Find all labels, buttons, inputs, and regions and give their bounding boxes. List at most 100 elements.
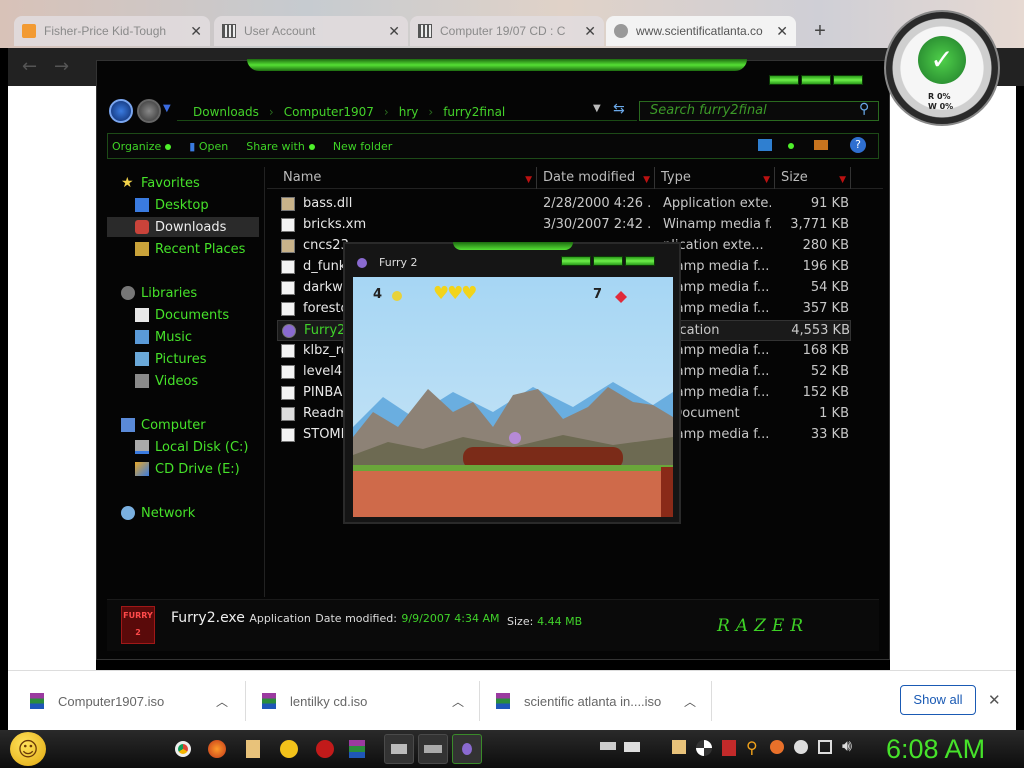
history-dropdown-icon[interactable]: ▼ [163, 103, 171, 114]
help-icon[interactable]: ? [850, 137, 866, 153]
back-button[interactable] [109, 99, 133, 123]
tab-scientificatlanta[interactable]: www.scientificatlanta.co ✕ [606, 16, 796, 46]
drive-taskbar-button[interactable] [418, 734, 448, 764]
nav-music[interactable]: Music [135, 327, 287, 347]
search-input[interactable]: Search furry2final [639, 101, 879, 121]
breadcrumb-hry[interactable]: hry [399, 105, 419, 119]
folder-taskbar-icon[interactable] [238, 734, 268, 764]
winrar-taskbar-icon[interactable] [342, 734, 372, 764]
tab-user-account[interactable]: User Account ✕ [214, 16, 408, 46]
nav-desktop[interactable]: Desktop [135, 195, 287, 215]
maximize-button[interactable] [801, 75, 831, 85]
game-window-title: Furry 2 [379, 256, 418, 269]
refresh-icon[interactable]: ⇆ [613, 101, 625, 117]
table-row[interactable]: bricks.xm 3/30/2007 2:42 ... Winamp media … [277, 215, 851, 236]
preview-pane-icon[interactable] [814, 140, 828, 150]
razer-logo: RAZER [717, 616, 810, 636]
breadcrumb[interactable]: Downloads › Computer1907 › hry › furry2f… [177, 103, 637, 121]
download-item[interactable]: scientific atlanta in....iso ︿ [474, 671, 710, 731]
action-center-icon[interactable] [818, 740, 832, 754]
drive-tray-icon[interactable] [624, 742, 640, 752]
open-button[interactable]: ▮ Open [189, 140, 228, 153]
nav-libraries[interactable]: Libraries [121, 283, 273, 303]
furry2-taskbar-button[interactable] [452, 734, 482, 764]
nav-local-disk[interactable]: Local Disk (C:) [135, 437, 287, 457]
lives-icon [392, 291, 402, 301]
tab-fisher-price[interactable]: Fisher-Price Kid-Tough ✕ [14, 16, 210, 46]
organize-button[interactable]: Organize [112, 140, 172, 153]
start-button[interactable]: ☺ [10, 732, 46, 766]
nav-cd-drive[interactable]: CD Drive (E:) [135, 459, 287, 479]
share-with-button[interactable]: Share with [246, 140, 315, 153]
recent-places-icon [135, 242, 149, 256]
close-tab-icon[interactable]: ✕ [584, 23, 596, 40]
title-glow [453, 242, 573, 250]
close-download-bar-icon[interactable]: ✕ [988, 691, 1001, 709]
download-item[interactable]: lentilky cd.iso ︿ [240, 671, 476, 731]
help-tray-icon[interactable] [794, 740, 808, 754]
close-button[interactable] [833, 75, 863, 85]
show-all-button[interactable]: Show all [900, 685, 976, 715]
game-canvas[interactable]: 4 ♥♥♥ 7 [353, 277, 673, 517]
lives-count: 4 [373, 287, 383, 302]
folder-tray-icon[interactable] [672, 740, 686, 754]
breadcrumb-downloads[interactable]: Downloads [193, 105, 259, 119]
nav-downloads[interactable]: Downloads [107, 217, 259, 237]
file-size: 3,771 KB [790, 217, 849, 232]
nav-pictures[interactable]: Pictures [135, 349, 287, 369]
minimize-button[interactable] [769, 75, 799, 85]
chevron-up-icon[interactable]: ︿ [684, 693, 696, 710]
forward-button[interactable] [137, 99, 161, 123]
column-size[interactable]: Size ▼ [775, 167, 851, 189]
new-folder-label: New folder [332, 139, 393, 153]
column-type[interactable]: Type ▼ [655, 167, 775, 189]
search-tray-icon[interactable]: ⚲ [746, 738, 758, 757]
shield-tray-icon[interactable] [722, 740, 736, 756]
column-label: Name [283, 170, 322, 185]
back-arrow-icon[interactable]: ← [22, 56, 37, 77]
sort-arrow-icon[interactable]: ▼ [643, 169, 650, 189]
sort-arrow-icon[interactable]: ▼ [763, 169, 770, 189]
maximize-button[interactable] [593, 256, 623, 266]
breadcrumb-computer1907[interactable]: Computer1907 [284, 105, 374, 119]
close-button[interactable] [625, 256, 655, 266]
view-options-icon[interactable] [788, 143, 794, 149]
search-icon[interactable]: ⚲ [859, 101, 869, 117]
nav-network[interactable]: Network [121, 503, 273, 523]
nav-documents[interactable]: Documents [135, 305, 287, 325]
close-tab-icon[interactable]: ✕ [190, 23, 202, 40]
address-dropdown-icon[interactable]: ▼ [593, 103, 601, 114]
view-icon[interactable] [758, 139, 772, 151]
nav-videos[interactable]: Videos [135, 371, 287, 391]
nav-favorites[interactable]: ★ Favorites [121, 173, 273, 193]
nav-recent-places[interactable]: Recent Places [135, 239, 287, 259]
volume-icon[interactable]: 🔊︎ [842, 736, 852, 756]
firefox-taskbar-icon[interactable] [202, 734, 232, 764]
usb-tray-icon[interactable] [600, 742, 616, 750]
sort-arrow-icon[interactable]: ▼ [525, 169, 532, 189]
close-tab-icon[interactable]: ✕ [776, 23, 788, 40]
minimize-button[interactable] [561, 256, 591, 266]
messenger-taskbar-icon[interactable] [274, 734, 304, 764]
forward-arrow-icon[interactable]: → [54, 56, 69, 77]
chrome-taskbar-icon[interactable] [168, 734, 198, 764]
sort-arrow-icon[interactable]: ▼ [839, 169, 846, 189]
navigation-pane: ★ Favorites Desktop Downloads Recent Plac… [107, 167, 265, 597]
breadcrumb-furry2final[interactable]: furry2final [443, 105, 505, 119]
column-name[interactable]: Name ▼ [267, 167, 537, 189]
column-date-modified[interactable]: Date modified ▼ [537, 167, 655, 189]
table-row[interactable]: bass.dll 2/28/2000 4:26 ... Application ex… [277, 194, 851, 215]
media-player-taskbar-icon[interactable] [310, 734, 340, 764]
download-item[interactable]: Computer1907.iso ︿ [8, 671, 244, 731]
taskbar-clock[interactable]: 6:08 AM [886, 730, 985, 768]
new-tab-button[interactable]: + [808, 18, 832, 44]
close-tab-icon[interactable]: ✕ [388, 23, 400, 40]
ball-tray-icon[interactable] [696, 740, 712, 756]
new-folder-button[interactable]: New folder [333, 140, 392, 153]
tab-computer-cd[interactable]: Computer 19/07 CD : C ✕ [410, 16, 604, 46]
chevron-up-icon[interactable]: ︿ [216, 693, 228, 710]
taskbar-window-button[interactable] [384, 734, 414, 764]
chevron-up-icon[interactable]: ︿ [452, 693, 464, 710]
nav-computer[interactable]: Computer [121, 415, 273, 435]
update-tray-icon[interactable] [770, 740, 784, 754]
